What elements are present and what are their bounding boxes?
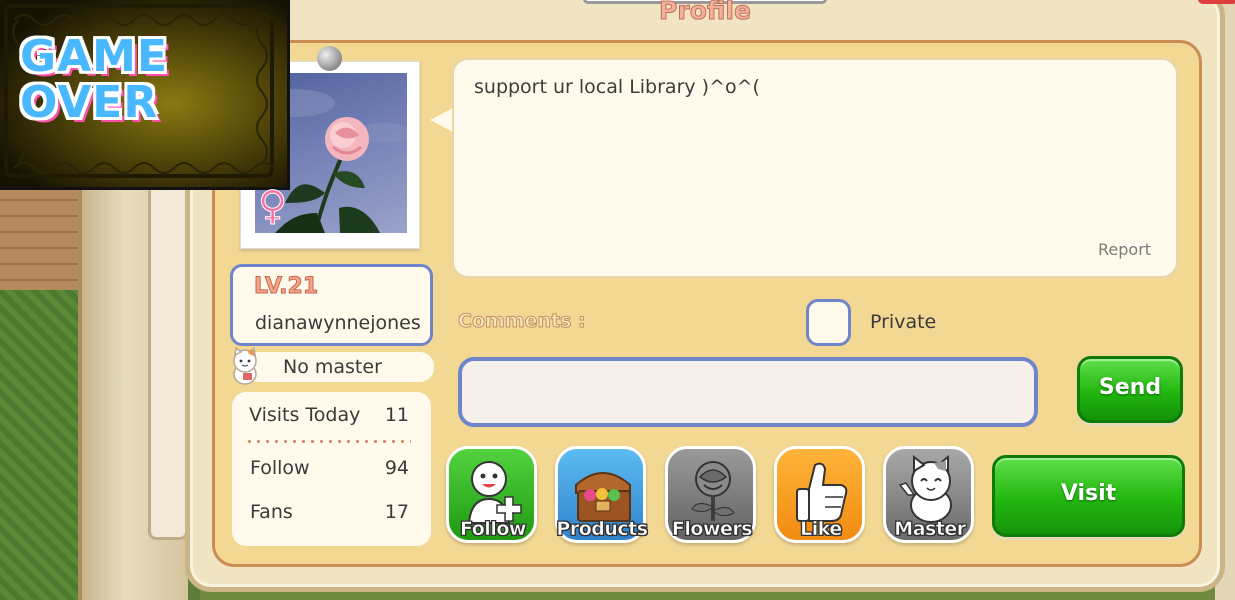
level-badge: LV.21 [253,274,319,300]
comments-label: Comments : [458,310,587,333]
products-label: Products [556,518,648,541]
username: dianawynnejones [255,312,421,334]
products-button[interactable]: Products [555,446,648,543]
private-checkbox[interactable] [806,299,851,346]
like-icon [796,462,848,522]
visit-button[interactable]: Visit [992,455,1185,537]
game-over-overlay: GAME OVER [0,0,290,190]
master-button[interactable]: Master [883,446,974,543]
background-grass [0,290,90,600]
follow-icon [467,461,522,524]
send-button[interactable]: Send [1077,356,1183,423]
game-over-line1: GAME [20,31,169,82]
like-label: Like [800,518,843,541]
report-link[interactable]: Report [1098,240,1151,259]
game-over-line2: OVER [20,77,159,128]
pushpin-icon [317,46,342,71]
products-icon [575,472,631,522]
panel-title: Profile [659,0,752,26]
comment-input[interactable] [458,357,1038,427]
master-label: Master [894,518,966,541]
status-message: support ur local Library )^o^( [474,76,760,98]
lucky-cat-icon [230,346,260,385]
stat-value-fans: 17 [384,501,409,523]
flowers-icon [691,461,735,521]
background-brick-floor [0,185,90,295]
female-gender-icon: ♀ [257,183,288,229]
stat-label-visits-today: Visits Today [249,404,361,426]
stats-divider [245,440,411,443]
background-window [148,180,188,540]
speech-bubble-tail [430,108,453,132]
stat-label-fans[interactable]: Fans [250,501,293,523]
stat-value-visits-today: 11 [384,404,409,426]
master-icon [898,455,952,523]
stat-value-follow: 94 [384,457,409,479]
follow-label: Follow [460,518,527,541]
flowers-button[interactable]: Flowers [665,446,756,543]
close-button[interactable] [1198,0,1235,4]
follow-button[interactable]: Follow [446,446,537,543]
master-status: No master [283,356,382,378]
flowers-label: Flowers [671,518,753,541]
stat-label-follow[interactable]: Follow [250,457,310,479]
game-over-title: GAME OVER [20,34,190,126]
private-label: Private [870,311,937,333]
like-button[interactable]: Like [774,446,865,543]
